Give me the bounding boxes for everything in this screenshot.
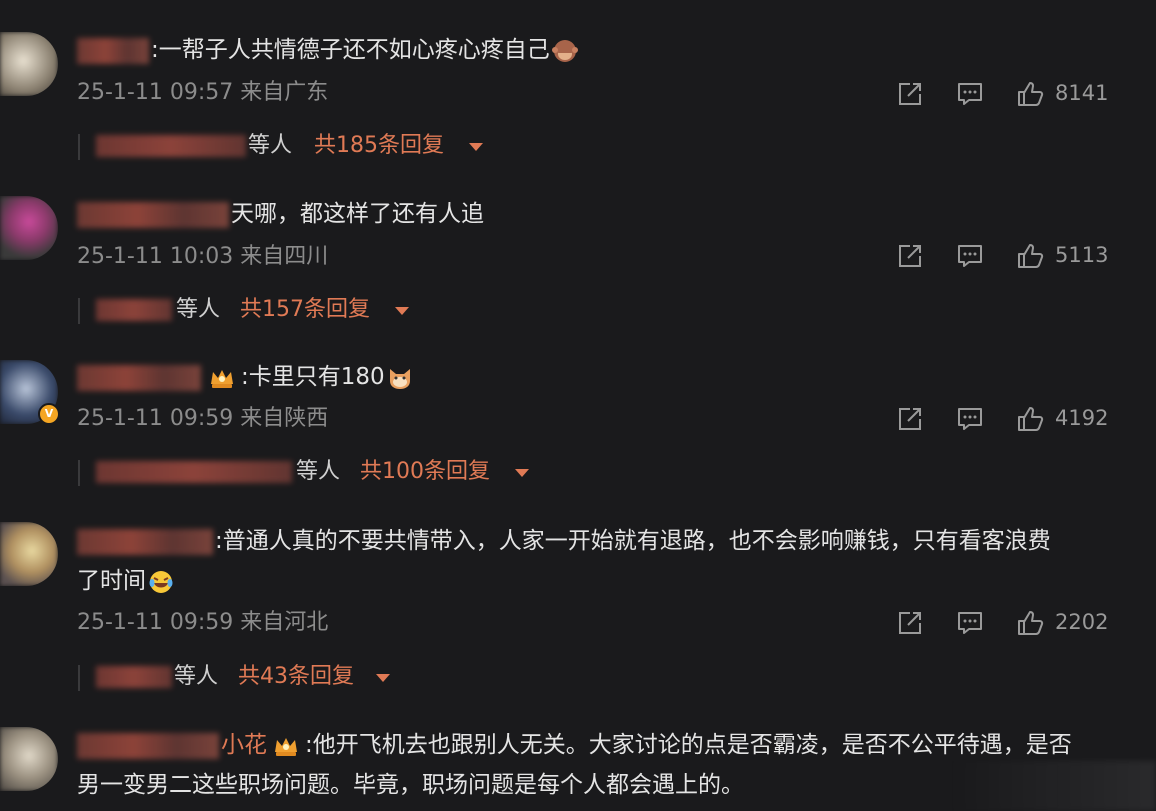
- reply-etc: 等人: [248, 133, 293, 158]
- comment-icon[interactable]: [956, 242, 984, 270]
- thumbs-up-icon[interactable]: [1016, 242, 1044, 270]
- like-count: 5113: [1055, 243, 1109, 267]
- reply-usernames-redacted: [96, 461, 292, 483]
- comment-body-line1: :普通人真的不要共情带入，人家一开始就有退路，也不会影响赚钱，只有看客浪费: [215, 528, 1051, 554]
- avatar[interactable]: [0, 522, 58, 586]
- monkey-covering-eyes-icon: [551, 39, 578, 62]
- comment-time: 25-1-11 09:59: [77, 610, 234, 635]
- like-count: 2202: [1055, 610, 1109, 634]
- thumbs-up-icon[interactable]: [1016, 80, 1044, 108]
- thumbs-up-icon[interactable]: [1016, 405, 1044, 433]
- crown-icon[interactable]: [273, 734, 299, 758]
- comment-icon[interactable]: [956, 405, 984, 433]
- comment-body: 天哪，都这样了还有人追: [231, 201, 484, 227]
- comment-icon[interactable]: [956, 609, 984, 637]
- comment-location: 来自四川: [240, 244, 329, 269]
- reply-divider: [78, 665, 80, 691]
- comment-body: :卡里只有180: [241, 364, 385, 390]
- comment-meta: 25-1-11 09:59 来自河北: [77, 608, 328, 638]
- username-redacted[interactable]: [77, 201, 229, 228]
- reply-divider: [78, 134, 80, 160]
- comment-text-continued: 了时间: [77, 561, 1116, 601]
- share-icon[interactable]: [896, 80, 924, 108]
- laughing-crying-face-icon: [149, 570, 173, 593]
- comment-body: :一帮子人共情德子还不如心疼心疼自己: [151, 37, 550, 63]
- comment-body-line2: 了时间: [77, 568, 146, 594]
- comment-actions: 2202: [896, 607, 1156, 637]
- comment-text: :一帮子人共情德子还不如心疼心疼自己: [77, 30, 1116, 70]
- comment-location: 来自陕西: [240, 406, 329, 431]
- reply-summary[interactable]: 等人 共43条回复: [78, 662, 418, 692]
- reply-summary[interactable]: 等人 共185条回复: [78, 131, 498, 161]
- username-redacted[interactable]: [77, 528, 213, 555]
- share-icon[interactable]: [896, 609, 924, 637]
- comment-text: :普通人真的不要共情带入，人家一开始就有退路，也不会影响赚钱，只有看客浪费: [77, 521, 1116, 561]
- comment-actions: 4192: [896, 403, 1156, 433]
- username-redacted[interactable]: [77, 37, 149, 64]
- comment-actions: 8141: [896, 78, 1156, 108]
- username-redacted[interactable]: [77, 732, 219, 759]
- reply-etc: 等人: [174, 664, 219, 689]
- avatar[interactable]: [0, 196, 58, 260]
- comment-meta: 25-1-11 09:59 来自陕西: [77, 404, 328, 434]
- avatar[interactable]: [0, 32, 58, 96]
- cat-face-icon: [389, 368, 410, 389]
- caret-down-icon[interactable]: [469, 143, 483, 151]
- reply-count[interactable]: 共100条回复: [360, 457, 490, 487]
- reply-summary[interactable]: 等人 共157条回复: [78, 295, 438, 325]
- username-visible[interactable]: 小花: [221, 732, 267, 758]
- reply-count[interactable]: 共157条回复: [240, 295, 370, 325]
- comment-meta: 25-1-11 10:03 来自四川: [77, 242, 328, 272]
- comment-text: :卡里只有180: [77, 357, 1116, 397]
- comment-location: 来自广东: [240, 80, 329, 105]
- comment-icon[interactable]: [956, 80, 984, 108]
- verified-badge-icon: V: [38, 403, 60, 425]
- reply-usernames-redacted: [96, 135, 246, 157]
- username-redacted[interactable]: [77, 364, 201, 391]
- reply-count[interactable]: 共43条回复: [238, 662, 354, 692]
- reply-etc: 等人: [296, 459, 341, 484]
- comment-text: 天哪，都这样了还有人追: [77, 194, 1116, 234]
- comment-actions: 5113: [896, 240, 1156, 270]
- reply-divider: [78, 460, 80, 486]
- caret-down-icon[interactable]: [515, 469, 529, 477]
- avatar[interactable]: [0, 727, 58, 791]
- thumbs-up-icon[interactable]: [1016, 609, 1044, 637]
- reply-summary[interactable]: 等人 共100条回复: [78, 457, 538, 487]
- share-icon[interactable]: [896, 405, 924, 433]
- comment-body-line1: :他开飞机去也跟别人无关。大家讨论的点是否霸凌，是否不公平待遇，是否: [305, 732, 1072, 758]
- reply-etc: 等人: [176, 297, 221, 322]
- share-icon[interactable]: [896, 242, 924, 270]
- watermark: [946, 761, 1156, 811]
- crown-icon[interactable]: [209, 366, 235, 390]
- comment-location: 来自河北: [240, 610, 329, 635]
- caret-down-icon[interactable]: [376, 674, 390, 682]
- comment-meta: 25-1-11 09:57 来自广东: [77, 78, 328, 108]
- comment-time: 25-1-11 10:03: [77, 244, 234, 269]
- like-count: 4192: [1055, 406, 1109, 430]
- comment-time: 25-1-11 09:59: [77, 406, 234, 431]
- comment-text: 小花 :他开飞机去也跟别人无关。大家讨论的点是否霸凌，是否不公平待遇，是否: [77, 725, 1116, 765]
- reply-count[interactable]: 共185条回复: [314, 131, 444, 161]
- reply-divider: [78, 298, 80, 324]
- caret-down-icon[interactable]: [395, 307, 409, 315]
- reply-usernames-redacted: [96, 299, 172, 321]
- comment-time: 25-1-11 09:57: [77, 80, 234, 105]
- comment-body-line2: 男一变男二这些职场问题。毕竟，职场问题是每个人都会遇上的。: [77, 772, 744, 798]
- like-count: 8141: [1055, 81, 1109, 105]
- reply-usernames-redacted: [96, 666, 172, 688]
